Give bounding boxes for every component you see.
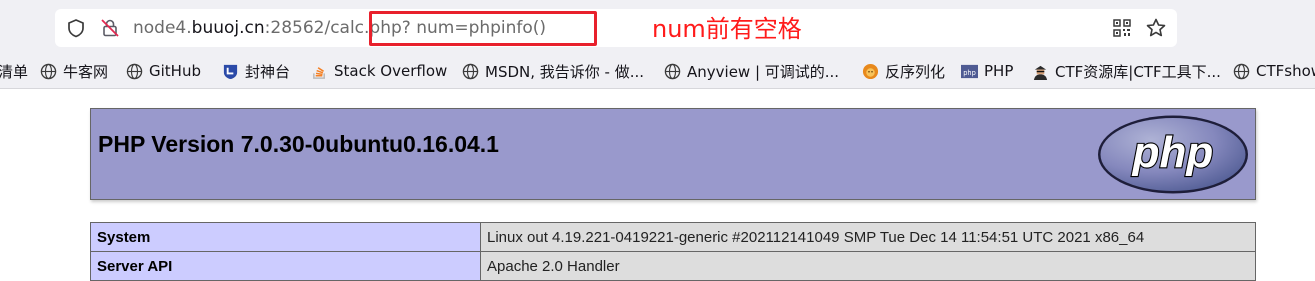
shield-logo-icon bbox=[223, 64, 238, 79]
table-row: System Linux out 4.19.221-0419221-generi… bbox=[90, 222, 1256, 252]
phpinfo-header: PHP Version 7.0.30-0ubuntu0.16.04.1 php bbox=[90, 108, 1256, 200]
qr-code-icon[interactable] bbox=[1112, 18, 1132, 38]
address-bar[interactable]: node4.buuoj.cn:28562/calc.php? num=phpin… bbox=[55, 9, 1177, 47]
bookmark-deserialization[interactable]: 反序列化 bbox=[862, 61, 945, 81]
globe-icon bbox=[462, 63, 479, 79]
bookmark-anyview[interactable]: Anyview | 可调试的... bbox=[664, 61, 839, 81]
hacker-icon bbox=[1033, 65, 1048, 80]
table-row: Server API Apache 2.0 Handler bbox=[90, 251, 1256, 281]
svg-text:php: php bbox=[963, 68, 976, 76]
bookmark-qingdan[interactable]: 清单 bbox=[0, 61, 28, 81]
php-logo[interactable]: php bbox=[1096, 113, 1250, 196]
globe-icon bbox=[1233, 63, 1250, 79]
annotation-text: num前有空格 bbox=[652, 15, 802, 43]
php-version-title: PHP Version 7.0.30-0ubuntu0.16.04.1 bbox=[98, 131, 499, 157]
bookmark-star-icon[interactable] bbox=[1145, 17, 1167, 39]
bookmark-label: 清单 bbox=[0, 62, 29, 81]
bookmark-label: CTFshow bbox=[1256, 62, 1315, 80]
php-icon: php bbox=[961, 64, 978, 78]
globe-icon bbox=[40, 63, 57, 79]
url-host-domain: buuoj.cn bbox=[191, 18, 265, 38]
bookmark-github[interactable]: GitHub bbox=[126, 61, 201, 81]
lion-icon bbox=[862, 63, 879, 79]
tracking-protection-shield-icon[interactable] bbox=[66, 18, 86, 38]
bookmark-label: PHP bbox=[984, 62, 1014, 80]
bookmark-label: Stack Overflow bbox=[334, 62, 448, 80]
stackoverflow-icon bbox=[313, 66, 325, 79]
bookmark-msdn[interactable]: MSDN, 我告诉你 - 做... bbox=[462, 61, 644, 81]
bookmark-label: 封神台 bbox=[245, 62, 291, 81]
row-value: Apache 2.0 Handler bbox=[480, 251, 1256, 281]
bookmark-label: 牛客网 bbox=[63, 62, 109, 81]
phpinfo-table: System Linux out 4.19.221-0419221-generi… bbox=[90, 222, 1256, 281]
browser-toolbar: node4.buuoj.cn:28562/calc.php? num=phpin… bbox=[0, 0, 1315, 55]
bookmark-ctfshow[interactable]: CTFshow bbox=[1233, 61, 1315, 81]
php-logo-text: php bbox=[1132, 128, 1214, 177]
row-key: Server API bbox=[90, 251, 481, 281]
globe-icon bbox=[664, 63, 681, 79]
row-value: Linux out 4.19.221-0419221-generic #2021… bbox=[480, 222, 1256, 252]
bookmark-label: GitHub bbox=[149, 62, 201, 80]
bookmark-php[interactable]: php PHP bbox=[961, 61, 1013, 81]
bookmark-stackoverflow[interactable]: Stack Overflow bbox=[311, 61, 447, 81]
bookmark-ctf-resources[interactable]: CTF资源库|CTF工具下... bbox=[1032, 61, 1221, 81]
bookmark-fengshentai[interactable]: 封神台 bbox=[222, 61, 290, 81]
bookmark-label: CTF资源库|CTF工具下... bbox=[1055, 62, 1221, 81]
bookmark-label: MSDN, 我告诉你 - 做... bbox=[485, 62, 645, 81]
bookmark-niuke[interactable]: 牛客网 bbox=[40, 61, 108, 81]
bookmark-label: 反序列化 bbox=[885, 62, 946, 81]
highlight-box bbox=[369, 11, 597, 46]
bookmarks-bar: 清单 牛客网 GitHub 封神台 Stack Overflow MSDN, 我… bbox=[0, 55, 1315, 89]
insecure-connection-icon[interactable] bbox=[100, 18, 120, 38]
bookmark-label: Anyview | 可调试的... bbox=[687, 62, 840, 81]
url-host-prefix: node4. bbox=[133, 18, 192, 38]
row-key: System bbox=[90, 222, 481, 252]
globe-icon bbox=[126, 63, 143, 79]
